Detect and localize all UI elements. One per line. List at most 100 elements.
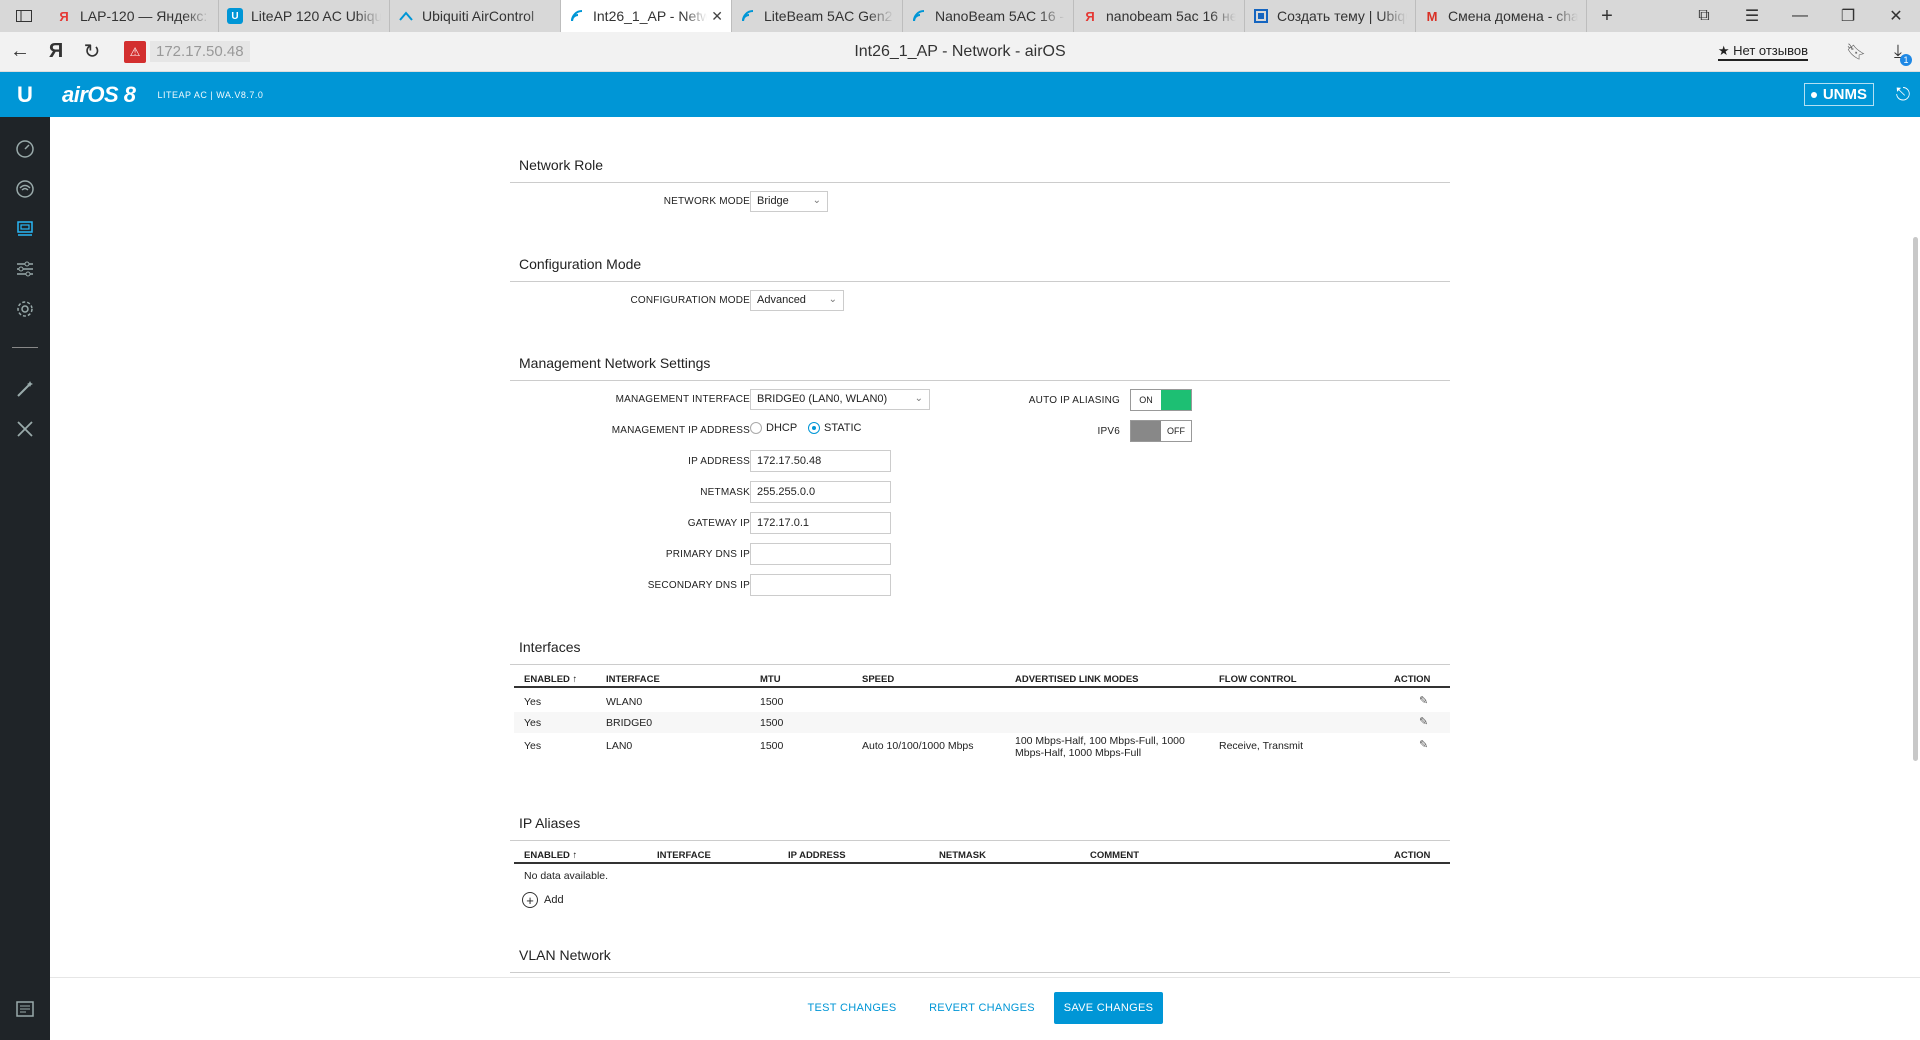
- tab-title: Смена домена - chase: [1448, 8, 1578, 24]
- tab-title: nanobeam 5ac 16 не п: [1106, 8, 1236, 24]
- col-enabled[interactable]: ENABLED ↑: [524, 674, 577, 685]
- add-ip-alias-button[interactable]: + Add: [522, 892, 564, 908]
- new-tab-button[interactable]: +: [1587, 0, 1627, 32]
- main-content: Network Role NETWORK MODE Bridge ⌄ Confi…: [50, 117, 1920, 977]
- management-ip-mode-label: MANAGEMENT IP ADDRESS: [611, 425, 750, 436]
- plus-circle-icon: +: [522, 892, 538, 908]
- yandex-home-icon[interactable]: Я: [40, 40, 72, 63]
- logout-icon[interactable]: ⎋: [1886, 84, 1920, 105]
- edit-pencil-icon[interactable]: ✎: [1419, 738, 1428, 751]
- section-title-network-role: Network Role: [519, 157, 604, 173]
- collections-icon[interactable]: ⧉: [1680, 7, 1728, 25]
- unms-button[interactable]: UNMS: [1803, 83, 1874, 106]
- unms-label: UNMS: [1822, 86, 1867, 103]
- footer-action-bar: TEST CHANGES REVERT CHANGES SAVE CHANGES: [50, 977, 1920, 1040]
- network-icon[interactable]: [0, 209, 50, 249]
- minimize-icon[interactable]: —: [1776, 7, 1824, 25]
- primary-dns-input[interactable]: [750, 543, 891, 565]
- services-sliders-icon[interactable]: [0, 249, 50, 289]
- gateway-ip-label: GATEWAY IP: [687, 518, 750, 529]
- col-ip-address[interactable]: IP ADDRESS: [788, 850, 846, 861]
- settings-gear-icon[interactable]: [0, 289, 50, 329]
- static-label: STATIC: [824, 422, 862, 434]
- management-interface-value: BRIDGE0 (LAN0, WLAN0): [757, 393, 888, 405]
- chevron-down-icon: ⌄: [812, 195, 821, 206]
- network-mode-label: NETWORK MODE: [663, 196, 750, 207]
- airos-logo: airOS 8: [62, 81, 136, 107]
- reload-icon[interactable]: ↻: [72, 39, 112, 64]
- netmask-input[interactable]: [750, 481, 891, 503]
- col-interface[interactable]: INTERFACE: [606, 674, 660, 685]
- airos-icon: [911, 8, 927, 24]
- ipv6-toggle[interactable]: OFF: [1130, 420, 1192, 442]
- toggle-knob: [1161, 390, 1191, 410]
- url-field[interactable]: 172.17.50.48: [150, 41, 250, 62]
- browser-tab-active[interactable]: Int26_1_AP - Netwo ✕: [561, 0, 732, 32]
- close-tab-icon[interactable]: ✕: [711, 8, 723, 25]
- gateway-ip-input[interactable]: [750, 512, 891, 534]
- configuration-mode-label: CONFIGURATION MODE: [630, 295, 750, 306]
- browser-tab[interactable]: M Смена домена - chase: [1416, 0, 1587, 32]
- download-icon[interactable]: ⤓ 1: [1876, 41, 1920, 66]
- tools-wand-icon[interactable]: [0, 369, 50, 409]
- browser-tab[interactable]: Я nanobeam 5ac 16 не п: [1074, 0, 1245, 32]
- no-data-text: No data available.: [524, 870, 609, 882]
- dhcp-radio[interactable]: DHCP: [750, 422, 797, 434]
- bookmark-icon[interactable]: 🔖︎: [1836, 42, 1876, 62]
- insecure-lock-icon[interactable]: ⚠: [124, 40, 146, 63]
- dashboard-icon[interactable]: [0, 129, 50, 169]
- browser-tab[interactable]: Создать тему | Ubiqui: [1245, 0, 1416, 32]
- wireless-icon[interactable]: [0, 169, 50, 209]
- static-radio[interactable]: STATIC: [808, 422, 861, 434]
- close-window-icon[interactable]: ✕: [1872, 6, 1920, 26]
- reviews-link[interactable]: ★ Нет отзывов: [1717, 43, 1808, 61]
- menu-icon[interactable]: ☰: [1728, 6, 1776, 26]
- col-comment[interactable]: COMMENT: [1090, 850, 1139, 861]
- unms-status-dot: [1810, 91, 1817, 98]
- configuration-mode-value: Advanced: [757, 294, 806, 306]
- ubiquiti-logo[interactable]: U: [0, 82, 50, 108]
- col-action: ACTION: [1394, 850, 1431, 861]
- test-changes-button[interactable]: TEST CHANGES: [804, 992, 900, 1024]
- ip-address-label: IP ADDRESS: [688, 456, 750, 467]
- browser-tab[interactable]: LiteBeam 5AC Gen2 - U: [732, 0, 903, 32]
- browser-tab[interactable]: U LiteAP 120 AC Ubiquiti: [219, 0, 390, 32]
- save-changes-button[interactable]: SAVE CHANGES: [1054, 992, 1163, 1024]
- network-mode-select[interactable]: Bridge ⌄: [750, 191, 828, 212]
- col-mtu[interactable]: MTU: [760, 674, 781, 685]
- section-title-vlan: VLAN Network: [519, 947, 611, 963]
- interfaces-table-header: ENABLED ↑ INTERFACE MTU SPEED ADVERTISED…: [514, 672, 1450, 688]
- revert-changes-button[interactable]: REVERT CHANGES: [926, 992, 1038, 1024]
- col-speed[interactable]: SPEED: [862, 674, 894, 685]
- back-icon[interactable]: ←: [0, 40, 40, 63]
- cell-enabled: Yes: [524, 717, 542, 729]
- browser-tab[interactable]: NanoBeam 5AC 16 - Sy: [903, 0, 1074, 32]
- vertical-scrollbar[interactable]: [1913, 237, 1918, 761]
- ubiquiti-icon: U: [227, 8, 243, 24]
- browser-tab[interactable]: Ubiquiti AirControl: [390, 0, 561, 32]
- forum-icon: [1253, 8, 1269, 24]
- cell-modes: 100 Mbps-Half, 100 Mbps-Full, 1000 Mbps-…: [1015, 735, 1185, 759]
- restore-icon[interactable]: ❐: [1824, 6, 1872, 26]
- table-row: Yes BRIDGE0 1500 ✎: [514, 712, 1450, 733]
- add-label: Add: [544, 894, 564, 906]
- col-enabled[interactable]: ENABLED ↑: [524, 850, 577, 861]
- sidebar-toggle-icon[interactable]: [0, 0, 48, 32]
- section-divider: [510, 182, 1450, 183]
- secondary-dns-input[interactable]: [750, 574, 891, 596]
- col-netmask[interactable]: NETMASK: [939, 850, 986, 861]
- col-flow-control[interactable]: FLOW CONTROL: [1219, 674, 1297, 685]
- auto-ip-aliasing-toggle[interactable]: ON: [1130, 389, 1192, 411]
- edit-pencil-icon[interactable]: ✎: [1419, 715, 1428, 728]
- section-divider: [510, 380, 1450, 381]
- configuration-mode-select[interactable]: Advanced ⌄: [750, 290, 844, 311]
- col-advertised-link-modes[interactable]: ADVERTISED LINK MODES: [1015, 674, 1139, 685]
- tools-wrench-icon[interactable]: [0, 409, 50, 449]
- browser-tab[interactable]: Я LAP-120 — Яндекс: на: [48, 0, 219, 32]
- log-icon[interactable]: [0, 989, 50, 1029]
- edit-pencil-icon[interactable]: ✎: [1419, 694, 1428, 707]
- ip-address-input[interactable]: [750, 450, 891, 472]
- col-interface[interactable]: INTERFACE: [657, 850, 711, 861]
- section-title-configuration-mode: Configuration Mode: [519, 256, 642, 272]
- side-navigation: [0, 117, 50, 1040]
